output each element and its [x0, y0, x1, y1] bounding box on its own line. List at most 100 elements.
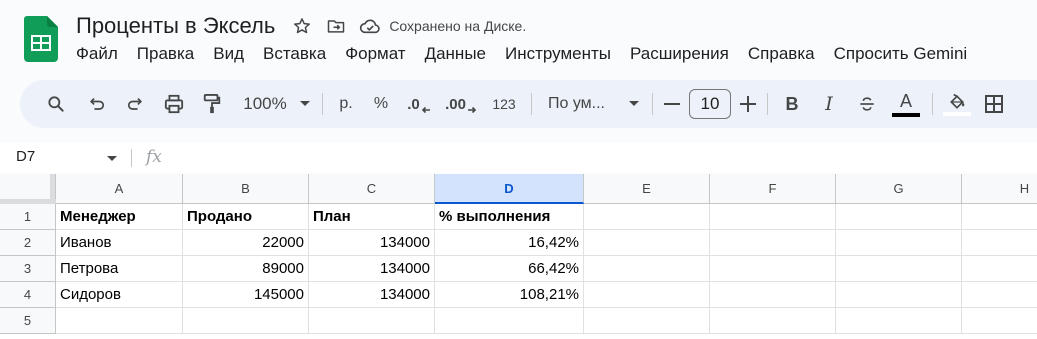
column-header-h[interactable]: H — [962, 174, 1037, 204]
cell-a2[interactable]: Иванов — [56, 230, 183, 256]
save-status: Сохранено на Диске. — [389, 18, 527, 34]
cell-g3[interactable] — [836, 256, 962, 282]
column-header-a[interactable]: A — [56, 174, 183, 204]
row-header-3[interactable]: 3 — [0, 256, 56, 282]
cell-a4[interactable]: Сидоров — [56, 282, 183, 308]
bold-button[interactable]: B — [774, 88, 810, 120]
cell-f2[interactable] — [710, 230, 836, 256]
cell-h5[interactable] — [962, 308, 1037, 334]
cell-c5[interactable] — [309, 308, 435, 334]
cell-b2[interactable]: 22000 — [183, 230, 309, 256]
undo-icon[interactable] — [78, 88, 116, 120]
redo-icon[interactable] — [116, 88, 154, 120]
cell-b4[interactable]: 145000 — [183, 282, 309, 308]
font-size-field[interactable]: 10 — [685, 88, 735, 120]
font-dropdown-icon — [629, 101, 639, 106]
decrease-font-size-icon[interactable] — [659, 88, 685, 120]
star-icon[interactable] — [291, 15, 313, 37]
cell-f4[interactable] — [710, 282, 836, 308]
cell-h4[interactable] — [962, 282, 1037, 308]
decrease-decimals-button[interactable]: .0 — [399, 88, 439, 120]
cell-f5[interactable] — [710, 308, 836, 334]
cell-b5[interactable] — [183, 308, 309, 334]
cell-g4[interactable] — [836, 282, 962, 308]
cell-d1[interactable]: % выполнения — [435, 204, 584, 230]
cell-g2[interactable] — [836, 230, 962, 256]
cell-d2[interactable]: 16,42% — [435, 230, 584, 256]
menu-file[interactable]: Файл — [76, 44, 118, 64]
column-header-b[interactable]: B — [183, 174, 309, 204]
column-header-f[interactable]: F — [710, 174, 836, 204]
cell-f1[interactable] — [710, 204, 836, 230]
cell-e5[interactable] — [584, 308, 710, 334]
cell-d5[interactable] — [435, 308, 584, 334]
percent-format-button[interactable]: % — [363, 88, 399, 120]
menu-insert[interactable]: Вставка — [263, 44, 326, 64]
zoom-dropdown-icon[interactable] — [294, 88, 316, 120]
cell-a3[interactable]: Петрова — [56, 256, 183, 282]
name-box[interactable]: D7 — [16, 148, 35, 165]
menu-format[interactable]: Формат — [345, 44, 405, 64]
move-folder-icon[interactable] — [325, 15, 347, 37]
column-header-g[interactable]: G — [836, 174, 962, 204]
cell-f3[interactable] — [710, 256, 836, 282]
currency-format-button[interactable]: р. — [329, 88, 363, 120]
cell-e3[interactable] — [584, 256, 710, 282]
search-menus-icon[interactable] — [40, 88, 72, 120]
cell-h2[interactable] — [962, 230, 1037, 256]
cell-e4[interactable] — [584, 282, 710, 308]
cell-e1[interactable] — [584, 204, 710, 230]
cell-b1[interactable]: Продано — [183, 204, 309, 230]
fill-color-button[interactable] — [939, 88, 975, 120]
column-header-e[interactable]: E — [584, 174, 710, 204]
paint-format-icon[interactable] — [194, 88, 230, 120]
cell-g5[interactable] — [836, 308, 962, 334]
cell-g1[interactable] — [836, 204, 962, 230]
increase-font-size-icon[interactable] — [735, 88, 761, 120]
strikethrough-icon[interactable] — [848, 88, 886, 120]
menu-edit[interactable]: Правка — [137, 44, 194, 64]
cell-c1[interactable]: План — [309, 204, 435, 230]
font-size-value[interactable]: 10 — [689, 89, 731, 119]
cell-c3[interactable]: 134000 — [309, 256, 435, 282]
font-select[interactable]: По ум... — [538, 88, 646, 120]
column-header-c[interactable]: C — [309, 174, 435, 204]
row-header-5[interactable]: 5 — [0, 308, 56, 334]
number-format-button[interactable]: 123 — [483, 88, 525, 120]
cell-a5[interactable] — [56, 308, 183, 334]
cell-d4[interactable]: 108,21% — [435, 282, 584, 308]
zoom-select[interactable]: 100% — [236, 88, 294, 120]
cell-c2[interactable]: 134000 — [309, 230, 435, 256]
cell-e2[interactable] — [584, 230, 710, 256]
increase-decimals-button[interactable]: .00 — [439, 88, 483, 120]
column-header-d[interactable]: D — [435, 174, 584, 204]
borders-icon[interactable] — [979, 88, 1009, 120]
italic-label: I — [825, 93, 833, 115]
document-title[interactable]: Проценты в Эксель — [76, 13, 275, 39]
toolbar-divider — [322, 93, 323, 115]
text-color-button[interactable]: A — [886, 88, 926, 120]
cell-h1[interactable] — [962, 204, 1037, 230]
cell-b3[interactable]: 89000 — [183, 256, 309, 282]
italic-button[interactable]: I — [810, 88, 848, 120]
cell-h3[interactable] — [962, 256, 1037, 282]
menu-extensions[interactable]: Расширения — [630, 44, 729, 64]
decrease-decimals-label: .0 — [407, 95, 420, 113]
menu-data[interactable]: Данные — [425, 44, 486, 64]
cell-a1[interactable]: Менеджер — [56, 204, 183, 230]
sheets-logo[interactable] — [24, 16, 58, 62]
cloud-saved-icon[interactable] — [359, 15, 381, 37]
name-box-dropdown-icon[interactable] — [106, 155, 118, 163]
print-icon[interactable] — [154, 88, 194, 120]
row-header-2[interactable]: 2 — [0, 230, 56, 256]
row-header-1[interactable]: 1 — [0, 204, 56, 230]
menu-help[interactable]: Справка — [748, 44, 815, 64]
select-all-corner[interactable] — [0, 174, 56, 204]
row-header-4[interactable]: 4 — [0, 282, 56, 308]
menu-ask-gemini[interactable]: Спросить Gemini — [834, 44, 968, 64]
menu-tools[interactable]: Инструменты — [505, 44, 611, 64]
cell-d3[interactable]: 66,42% — [435, 256, 584, 282]
menu-view[interactable]: Вид — [213, 44, 244, 64]
cell-c4[interactable]: 134000 — [309, 282, 435, 308]
percent-label: % — [373, 95, 389, 112]
